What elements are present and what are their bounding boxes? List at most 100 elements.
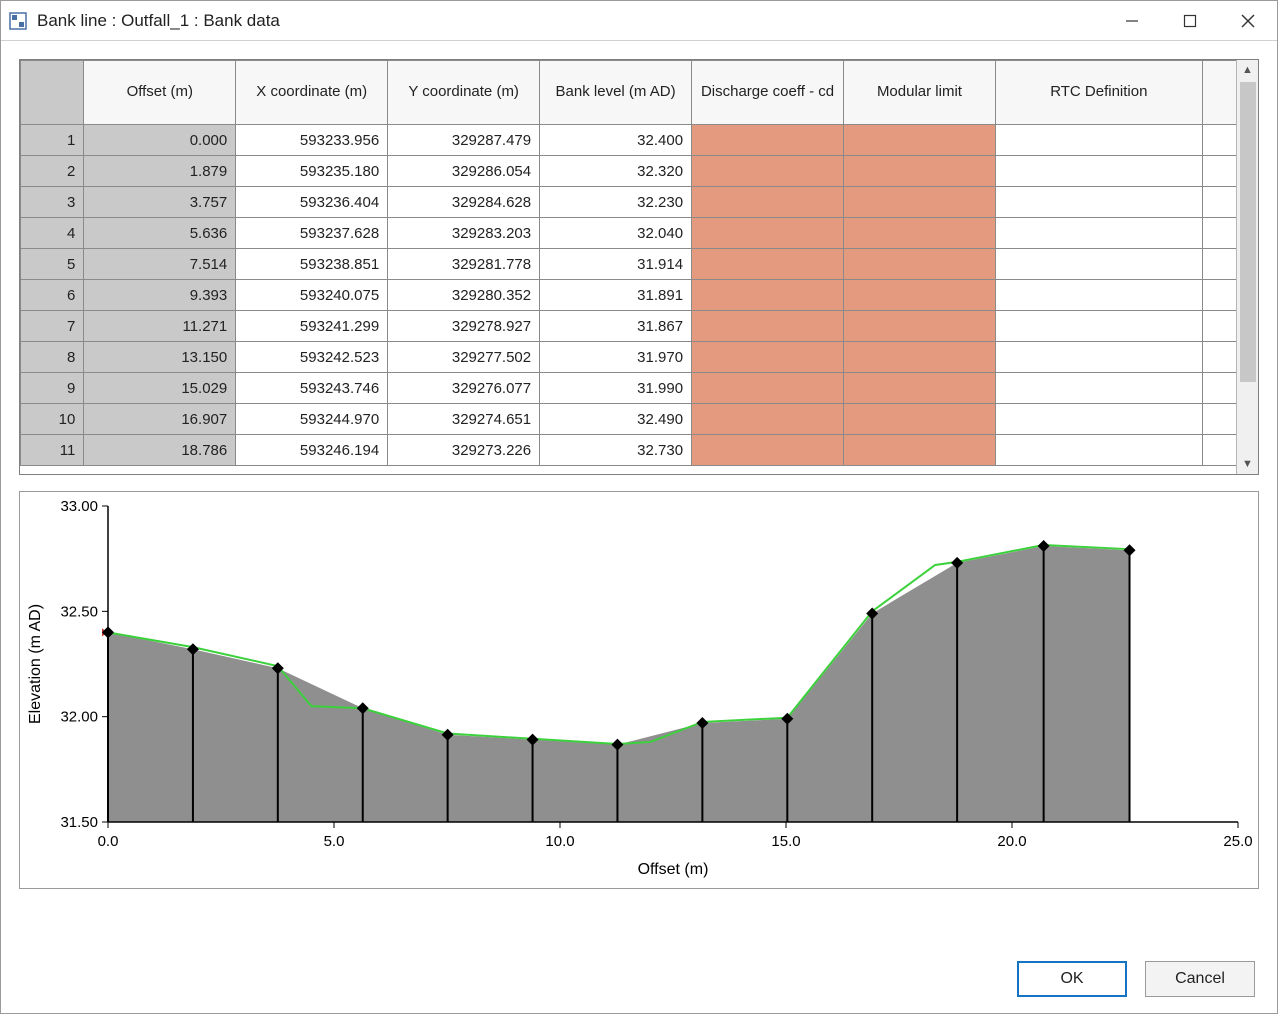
col-modular-limit[interactable]: Modular limit (843, 61, 995, 125)
cell-discharge[interactable] (692, 280, 844, 311)
cell-modular[interactable] (843, 249, 995, 280)
cell-rtc[interactable] (995, 311, 1202, 342)
table-vertical-scrollbar[interactable]: ▲ ▼ (1236, 60, 1258, 474)
cell-offset[interactable]: 15.029 (84, 373, 236, 404)
cell-x[interactable]: 593236.404 (236, 187, 388, 218)
cell-offset[interactable]: 11.271 (84, 311, 236, 342)
cell-level[interactable]: 32.490 (540, 404, 692, 435)
scroll-thumb[interactable] (1240, 82, 1256, 382)
scroll-up-icon[interactable]: ▲ (1237, 60, 1258, 80)
cell-discharge[interactable] (692, 156, 844, 187)
elevation-profile-chart[interactable]: 31.5032.0032.5033.000.05.010.015.020.025… (19, 491, 1259, 889)
cell-rtc[interactable] (995, 125, 1202, 156)
ok-button[interactable]: OK (1017, 961, 1127, 997)
table-row[interactable]: 33.757593236.404329284.62832.230 (21, 187, 1237, 218)
cell-level[interactable]: 32.230 (540, 187, 692, 218)
cell-x[interactable]: 593235.180 (236, 156, 388, 187)
cell-y[interactable]: 329287.479 (388, 125, 540, 156)
cell-rtc[interactable] (995, 187, 1202, 218)
cell-rtc[interactable] (995, 218, 1202, 249)
table-row[interactable]: 69.393593240.075329280.35231.891 (21, 280, 1237, 311)
cell-discharge[interactable] (692, 125, 844, 156)
table-row[interactable]: 57.514593238.851329281.77831.914 (21, 249, 1237, 280)
cell-x[interactable]: 593244.970 (236, 404, 388, 435)
col-bank-level[interactable]: Bank level (m AD) (540, 61, 692, 125)
cell-modular[interactable] (843, 342, 995, 373)
cell-rtc[interactable] (995, 249, 1202, 280)
cell-modular[interactable] (843, 280, 995, 311)
cell-discharge[interactable] (692, 311, 844, 342)
scroll-down-icon[interactable]: ▼ (1237, 454, 1258, 474)
table-row[interactable]: 1016.907593244.970329274.65132.490 (21, 404, 1237, 435)
table-row[interactable]: 813.150593242.523329277.50231.970 (21, 342, 1237, 373)
table-row[interactable]: 915.029593243.746329276.07731.990 (21, 373, 1237, 404)
bank-data-table[interactable]: Offset (m) X coordinate (m) Y coordinate… (20, 60, 1236, 466)
cell-y[interactable]: 329277.502 (388, 342, 540, 373)
table-row[interactable]: 711.271593241.299329278.92731.867 (21, 311, 1237, 342)
cell-modular[interactable] (843, 125, 995, 156)
cell-x[interactable]: 593240.075 (236, 280, 388, 311)
cell-discharge[interactable] (692, 218, 844, 249)
cell-x[interactable]: 593238.851 (236, 249, 388, 280)
cell-modular[interactable] (843, 187, 995, 218)
table-row[interactable]: 1118.786593246.194329273.22632.730 (21, 435, 1237, 466)
cell-level[interactable]: 31.891 (540, 280, 692, 311)
cell-rtc[interactable] (995, 156, 1202, 187)
cell-level[interactable]: 31.914 (540, 249, 692, 280)
cell-discharge[interactable] (692, 249, 844, 280)
cell-level[interactable]: 31.990 (540, 373, 692, 404)
maximize-button[interactable] (1161, 1, 1219, 41)
col-discharge-cd[interactable]: Discharge coeff - cd (692, 61, 844, 125)
cell-x[interactable]: 593233.956 (236, 125, 388, 156)
cell-modular[interactable] (843, 435, 995, 466)
cell-offset[interactable]: 16.907 (84, 404, 236, 435)
table-row[interactable]: 45.636593237.628329283.20332.040 (21, 218, 1237, 249)
cell-modular[interactable] (843, 373, 995, 404)
cell-discharge[interactable] (692, 404, 844, 435)
cell-offset[interactable]: 5.636 (84, 218, 236, 249)
cell-x[interactable]: 593237.628 (236, 218, 388, 249)
cell-y[interactable]: 329276.077 (388, 373, 540, 404)
cell-level[interactable]: 32.320 (540, 156, 692, 187)
table-row[interactable]: 10.000593233.956329287.47932.400 (21, 125, 1237, 156)
col-offset[interactable]: Offset (m) (84, 61, 236, 125)
cell-y[interactable]: 329284.628 (388, 187, 540, 218)
cell-level[interactable]: 32.040 (540, 218, 692, 249)
cell-y[interactable]: 329274.651 (388, 404, 540, 435)
cell-modular[interactable] (843, 311, 995, 342)
cell-modular[interactable] (843, 156, 995, 187)
cell-y[interactable]: 329283.203 (388, 218, 540, 249)
cell-offset[interactable]: 3.757 (84, 187, 236, 218)
cell-offset[interactable]: 18.786 (84, 435, 236, 466)
col-x-coord[interactable]: X coordinate (m) (236, 61, 388, 125)
cell-x[interactable]: 593242.523 (236, 342, 388, 373)
cell-y[interactable]: 329278.927 (388, 311, 540, 342)
cell-level[interactable]: 31.970 (540, 342, 692, 373)
cell-x[interactable]: 593246.194 (236, 435, 388, 466)
cell-rtc[interactable] (995, 435, 1202, 466)
cell-offset[interactable]: 9.393 (84, 280, 236, 311)
minimize-button[interactable] (1103, 1, 1161, 41)
cell-discharge[interactable] (692, 187, 844, 218)
cancel-button[interactable]: Cancel (1145, 961, 1255, 997)
cell-discharge[interactable] (692, 373, 844, 404)
table-row[interactable]: 21.879593235.180329286.05432.320 (21, 156, 1237, 187)
cell-discharge[interactable] (692, 342, 844, 373)
cell-rtc[interactable] (995, 280, 1202, 311)
cell-modular[interactable] (843, 404, 995, 435)
cell-y[interactable]: 329286.054 (388, 156, 540, 187)
cell-offset[interactable]: 13.150 (84, 342, 236, 373)
cell-x[interactable]: 593241.299 (236, 311, 388, 342)
cell-discharge[interactable] (692, 435, 844, 466)
titlebar[interactable]: Bank line : Outfall_1 : Bank data (1, 1, 1277, 41)
col-y-coord[interactable]: Y coordinate (m) (388, 61, 540, 125)
cell-rtc[interactable] (995, 373, 1202, 404)
cell-y[interactable]: 329281.778 (388, 249, 540, 280)
cell-rtc[interactable] (995, 342, 1202, 373)
cell-level[interactable]: 32.400 (540, 125, 692, 156)
cell-x[interactable]: 593243.746 (236, 373, 388, 404)
cell-y[interactable]: 329280.352 (388, 280, 540, 311)
close-button[interactable] (1219, 1, 1277, 41)
cell-y[interactable]: 329273.226 (388, 435, 540, 466)
cell-rtc[interactable] (995, 404, 1202, 435)
